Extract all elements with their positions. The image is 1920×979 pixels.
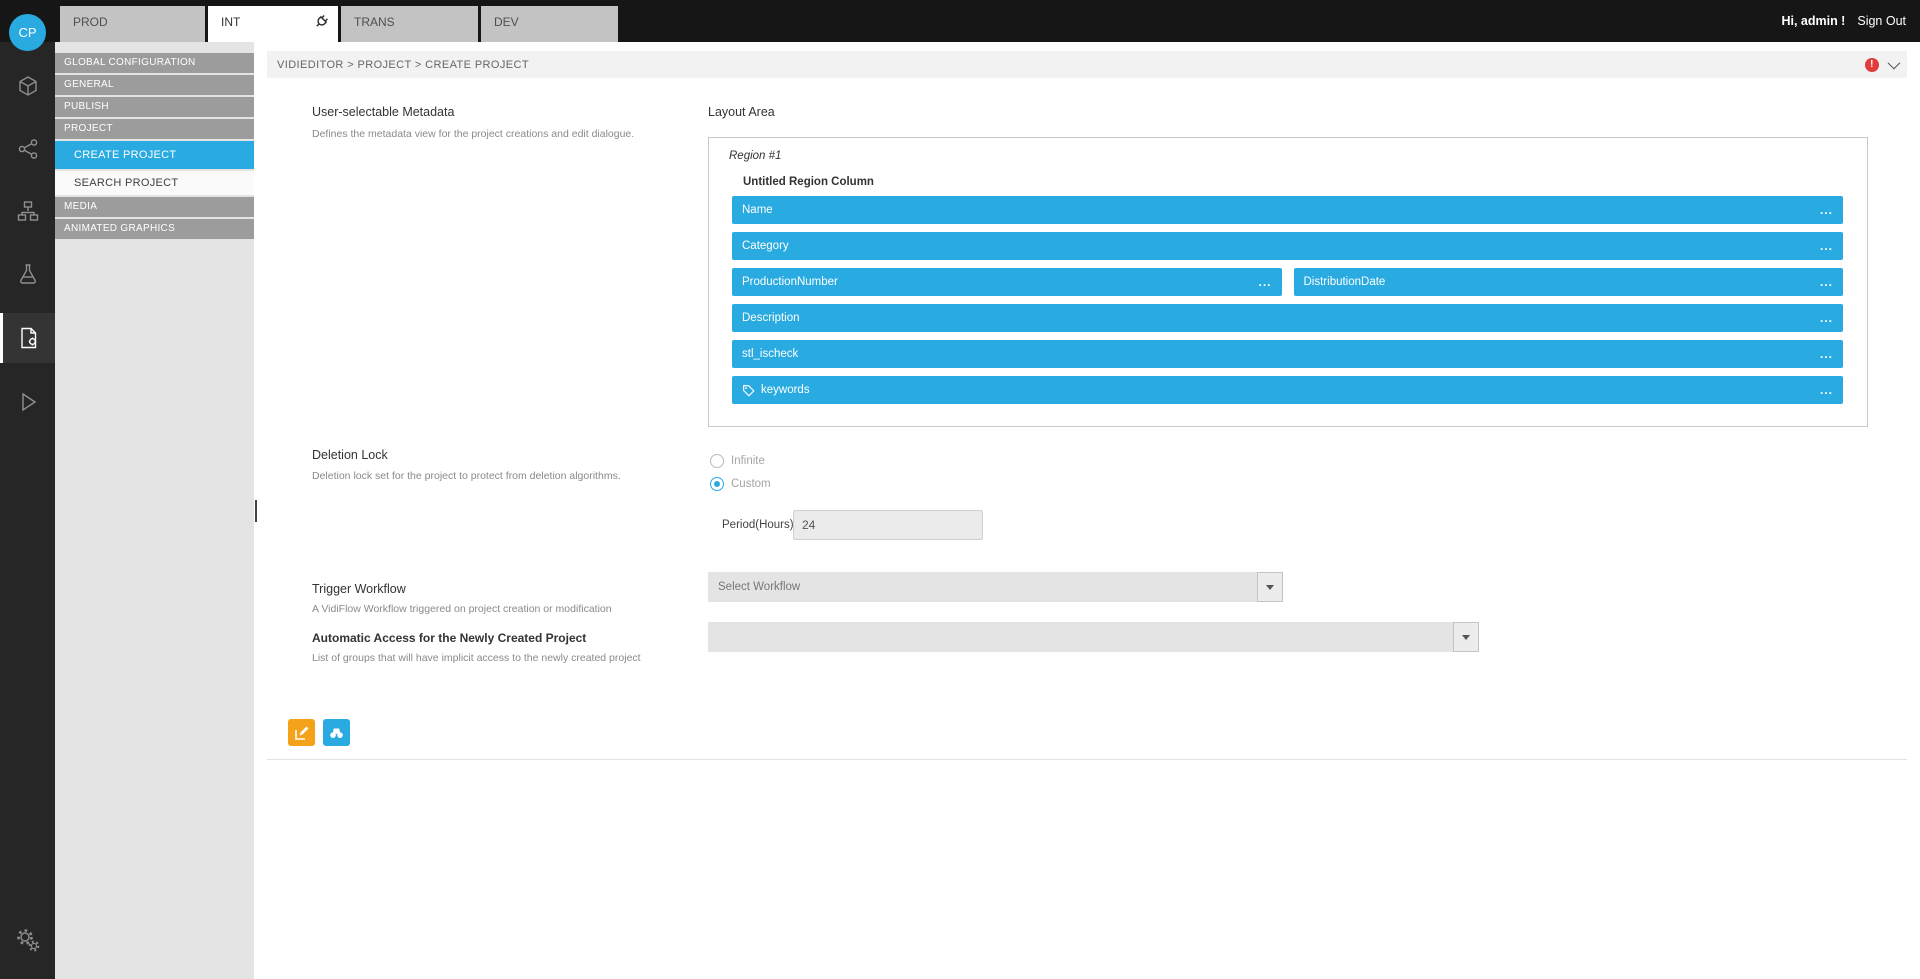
chip-label: Name: [742, 204, 773, 216]
radio-label: Infinite: [731, 455, 765, 467]
chip-label: Description: [742, 312, 800, 324]
find-button[interactable]: [323, 719, 350, 746]
flask-icon[interactable]: [0, 249, 55, 299]
tab-label: PROD: [73, 15, 108, 29]
metadata-field-chip-category[interactable]: Category ...: [732, 232, 1843, 260]
chevron-down-icon[interactable]: [1257, 572, 1283, 602]
radio-label: Custom: [731, 478, 771, 490]
layout-area: Region #1 Untitled Region Column Name ..…: [708, 137, 1868, 427]
error-icon[interactable]: !: [1865, 58, 1879, 72]
sidebar-item-global-configuration[interactable]: GLOBAL CONFIGURATION: [55, 53, 254, 73]
metadata-field-chip-distributiondate[interactable]: DistributionDate ...: [1294, 268, 1844, 296]
chip-menu-button[interactable]: ...: [1820, 386, 1833, 394]
layout-area-label: Layout Area: [708, 105, 775, 119]
radio-circle-icon: [710, 477, 724, 491]
auto-access-description: List of groups that will have implicit a…: [312, 652, 641, 664]
auto-access-title: Automatic Access for the Newly Created P…: [312, 631, 586, 645]
tab-dev[interactable]: DEV: [481, 6, 618, 42]
metadata-field-chip-description[interactable]: Description ...: [732, 304, 1843, 332]
chip-menu-button[interactable]: ...: [1820, 350, 1833, 358]
sidebar-item-media[interactable]: MEDIA: [55, 197, 254, 217]
tag-icon: [742, 384, 755, 397]
chip-label: Category: [742, 240, 789, 252]
sidebar-item-project[interactable]: PROJECT: [55, 119, 254, 139]
sign-out-link[interactable]: Sign Out: [1857, 14, 1906, 28]
chip-label: stl_ischeck: [742, 348, 798, 360]
metadata-field-chip-productionnumber[interactable]: ProductionNumber ...: [732, 268, 1282, 296]
sidebar-item-animated-graphics[interactable]: ANIMATED GRAPHICS: [55, 219, 254, 239]
chip-label: DistributionDate: [1304, 276, 1386, 288]
share-nodes-icon[interactable]: [0, 124, 55, 174]
edit-button[interactable]: [288, 719, 315, 746]
radio-circle-icon: [710, 454, 724, 468]
deletion-lock-description: Deletion lock set for the project to pro…: [312, 470, 621, 482]
breadcrumb-bar: VIDIEDITOR > PROJECT > CREATE PROJECT !: [267, 51, 1907, 78]
content-panel: User-selectable Metadata Defines the met…: [267, 78, 1907, 760]
trigger-workflow-title: Trigger Workflow: [312, 582, 406, 596]
trigger-workflow-description: A VidiFlow Workflow triggered on project…: [312, 603, 612, 615]
chevron-down-icon[interactable]: [1453, 622, 1479, 652]
avatar[interactable]: CP: [9, 14, 46, 51]
cube-icon[interactable]: [0, 61, 55, 111]
user-greeting: Hi, admin !: [1781, 14, 1845, 28]
play-icon[interactable]: [0, 377, 55, 427]
chip-menu-button[interactable]: ...: [1258, 278, 1271, 286]
sidebar-item-search-project[interactable]: SEARCH PROJECT: [55, 171, 254, 195]
chevron-down-icon[interactable]: [1888, 57, 1901, 70]
workflow-nodes-icon[interactable]: [0, 186, 55, 236]
tab-label: DEV: [494, 15, 519, 29]
period-hours-input[interactable]: [793, 510, 983, 540]
chip-menu-button[interactable]: ...: [1820, 206, 1833, 214]
tab-prod[interactable]: PROD: [60, 6, 205, 42]
dropdown-value: Select Workflow: [708, 581, 800, 593]
chip-label: ProductionNumber: [742, 276, 838, 288]
splitter-handle[interactable]: [255, 500, 257, 522]
metadata-field-chip-name[interactable]: Name ...: [732, 196, 1843, 224]
region-column-title: Untitled Region Column: [743, 176, 874, 188]
sidebar-item-general[interactable]: GENERAL: [55, 75, 254, 95]
chip-menu-button[interactable]: ...: [1820, 314, 1833, 322]
metadata-chip-list: Name ... Category ... ProductionNumber .…: [732, 196, 1843, 404]
breadcrumb: VIDIEDITOR > PROJECT > CREATE PROJECT: [277, 59, 529, 71]
settings-gears-icon[interactable]: [0, 915, 55, 965]
main-area: VIDIEDITOR > PROJECT > CREATE PROJECT ! …: [254, 42, 1920, 979]
trigger-workflow-select[interactable]: Select Workflow: [708, 572, 1283, 602]
sidebar-item-create-project[interactable]: CREATE PROJECT: [55, 141, 254, 169]
chip-label: keywords: [761, 384, 810, 396]
metadata-field-chip-keywords[interactable]: keywords ...: [732, 376, 1843, 404]
infinite-radio[interactable]: Infinite: [710, 454, 765, 468]
user-area: Hi, admin ! Sign Out: [1781, 0, 1906, 42]
environment-tabs: PROD INT TRANS DEV: [60, 6, 621, 42]
config-sidebar: GLOBAL CONFIGURATION GENERAL PUBLISH PRO…: [55, 42, 254, 979]
app-icon-rail: [0, 42, 55, 979]
top-bar: PROD INT TRANS DEV Hi, admin ! Sign Out: [0, 0, 1920, 42]
metadata-field-chip-stl-ischeck[interactable]: stl_ischeck ...: [732, 340, 1843, 368]
plug-icon: [314, 14, 329, 29]
deletion-lock-title: Deletion Lock: [312, 448, 388, 462]
tab-label: TRANS: [354, 15, 395, 29]
binoculars-icon: [329, 725, 344, 740]
tab-label: INT: [221, 15, 240, 29]
tab-int[interactable]: INT: [208, 6, 338, 42]
chip-menu-button[interactable]: ...: [1820, 242, 1833, 250]
sidebar-item-publish[interactable]: PUBLISH: [55, 97, 254, 117]
region-title: Region #1: [729, 150, 781, 162]
tab-trans[interactable]: TRANS: [341, 6, 478, 42]
chip-menu-button[interactable]: ...: [1820, 278, 1833, 286]
custom-radio[interactable]: Custom: [710, 477, 771, 491]
metadata-section-title: User-selectable Metadata: [312, 105, 454, 119]
metadata-section-description: Defines the metadata view for the projec…: [312, 128, 634, 140]
document-gear-icon[interactable]: [0, 313, 55, 363]
pencil-icon: [294, 725, 310, 741]
auto-access-select[interactable]: [708, 622, 1479, 652]
period-hours-label: Period(Hours): [722, 519, 794, 531]
